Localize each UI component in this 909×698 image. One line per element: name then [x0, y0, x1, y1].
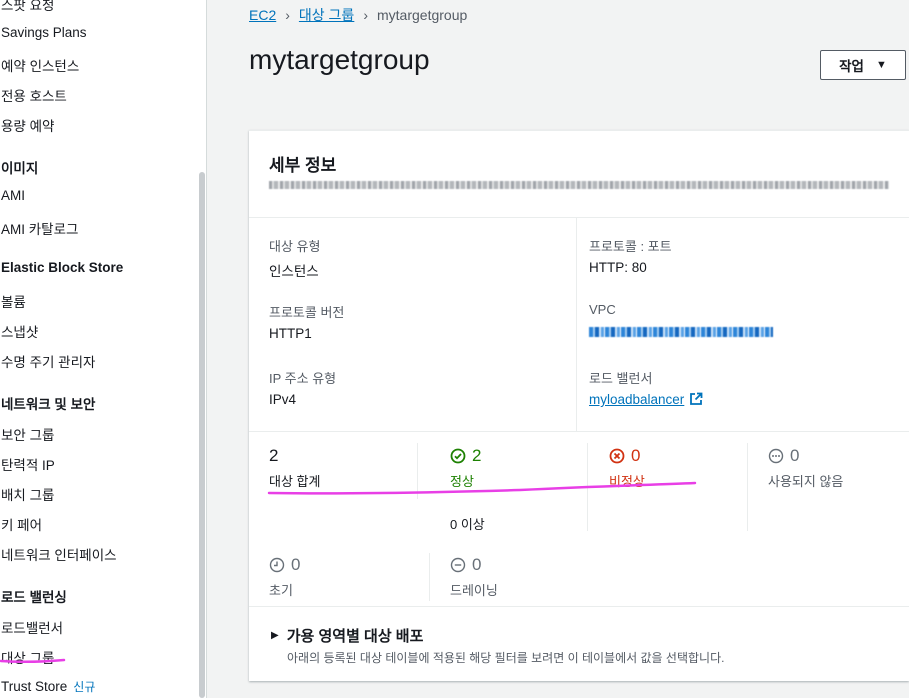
sidebar-item-key-pairs[interactable]: 키 페어 — [1, 514, 42, 534]
panel-header: 세부 정보 — [249, 131, 909, 218]
redacted-description — [269, 181, 889, 189]
column-divider — [576, 217, 577, 431]
new-badge: 신규 — [73, 680, 96, 694]
sidebar-item-ami-catalog[interactable]: AMI 카탈로그 — [1, 218, 78, 238]
sidebar-section-network-security: 네트워크 및 보안 — [1, 397, 96, 412]
initial-label: 초기 — [269, 583, 293, 598]
actions-button[interactable]: 작업 ▼ — [820, 50, 906, 80]
sidebar-item-savings-plans[interactable]: Savings Plans — [1, 25, 87, 40]
healthy-sub-value: 0 이상 — [450, 517, 485, 532]
breadcrumb: EC2 › 대상 그룹 › mytargetgroup — [249, 5, 467, 25]
healthy-count-value: 2 — [472, 446, 482, 465]
error-circle-icon — [609, 448, 625, 464]
unused-count[interactable]: 0 — [768, 446, 799, 466]
az-distribution-title: 가용 영역별 대상 배포 — [286, 628, 424, 645]
dots-circle-icon — [768, 448, 784, 464]
breadcrumb-ec2-link[interactable]: EC2 — [249, 7, 276, 23]
unhealthy-count[interactable]: 0 — [609, 446, 640, 466]
breadcrumb-current: mytargetgroup — [377, 7, 468, 23]
sidebar-highlight-underline — [0, 658, 66, 664]
sidebar-item-volumes[interactable]: 볼륨 — [1, 291, 26, 311]
ip-type-label: IP 주소 유형 — [269, 371, 337, 386]
stat-divider — [747, 443, 748, 531]
vpc-label: VPC — [589, 302, 616, 317]
unused-count-value: 0 — [790, 446, 800, 465]
sidebar-section-images: 이미지 — [1, 161, 39, 176]
minus-circle-icon — [450, 557, 466, 573]
initial-count-value: 0 — [291, 555, 301, 574]
sidebar-item-lifecycle-manager[interactable]: 수명 주기 관리자 — [1, 351, 95, 371]
sidebar-section-load-balancing: 로드 밸런싱 — [1, 590, 67, 605]
stat-divider — [587, 443, 588, 531]
caret-right-icon: ▶ — [271, 630, 279, 641]
page-title: mytargetgroup — [249, 44, 430, 75]
sidebar-item-ami[interactable]: AMI — [1, 188, 25, 203]
az-section-divider — [249, 606, 909, 607]
external-link-icon[interactable] — [689, 392, 703, 406]
stats-divider — [249, 431, 909, 432]
total-targets-count-value: 2 — [269, 446, 279, 465]
target-type-label: 대상 유형 — [269, 239, 321, 254]
chevron-right-icon: › — [285, 7, 290, 23]
panel-title: 세부 정보 — [269, 156, 337, 175]
sidebar-section-ebs: Elastic Block Store — [1, 260, 124, 275]
sidebar-item-snapshots[interactable]: 스냅샷 — [1, 321, 38, 341]
healthy-count[interactable]: 2 — [450, 446, 481, 466]
load-balancer-value: myloadbalancer — [589, 392, 703, 407]
load-balancer-link[interactable]: myloadbalancer — [589, 392, 684, 407]
breadcrumb-target-groups-link[interactable]: 대상 그룹 — [299, 7, 354, 23]
protocol-version-label: 프로토콜 버전 — [269, 305, 345, 320]
stat-divider — [429, 553, 430, 601]
sidebar-nav: 스팟 요청 Savings Plans 예약 인스턴스 전용 호스트 용량 예약… — [0, 0, 207, 698]
clock-icon — [269, 557, 285, 573]
az-distribution-description: 아래의 등록된 대상 테이블에 적용된 해당 필터를 보려면 이 테이블에서 값… — [287, 651, 725, 665]
caret-down-icon: ▼ — [875, 59, 887, 71]
unhealthy-label: 비정상 — [609, 474, 645, 489]
protocol-port-value: HTTP: 80 — [589, 260, 647, 275]
sidebar-item-elastic-ips[interactable]: 탄력적 IP — [1, 454, 55, 474]
sidebar-item-placement-groups[interactable]: 배치 그룹 — [1, 484, 54, 504]
draining-count-value: 0 — [472, 555, 482, 574]
sidebar-item-security-groups[interactable]: 보안 그룹 — [1, 424, 54, 444]
unused-label: 사용되지 않음 — [768, 474, 844, 489]
protocol-version-value: HTTP1 — [269, 326, 312, 341]
sidebar-item-capacity-reservations[interactable]: 용량 예약 — [1, 115, 54, 135]
stat-divider — [417, 443, 418, 499]
total-targets-count[interactable]: 2 — [269, 446, 278, 466]
healthy-label: 정상 — [450, 474, 474, 489]
sidebar-item-load-balancers[interactable]: 로드밸런서 — [1, 617, 63, 637]
draining-label: 드레이닝 — [450, 583, 498, 598]
sidebar-item-dedicated-hosts[interactable]: 전용 호스트 — [1, 85, 67, 105]
sidebar-item-trust-store[interactable]: Trust Store 신규 — [1, 678, 95, 695]
initial-count[interactable]: 0 — [269, 555, 300, 575]
az-distribution-toggle[interactable]: ▶ 가용 영역별 대상 배포 — [271, 625, 423, 646]
sidebar-item-reserved-instances[interactable]: 예약 인스턴스 — [1, 55, 79, 75]
total-targets-label: 대상 합계 — [269, 474, 321, 489]
chevron-right-icon: › — [363, 7, 368, 23]
actions-button-label: 작업 — [839, 59, 864, 74]
sidebar-item-network-interfaces[interactable]: 네트워크 인터페이스 — [1, 544, 117, 564]
unhealthy-count-value: 0 — [631, 446, 641, 465]
load-balancer-label: 로드 밸런서 — [589, 371, 653, 386]
draining-count[interactable]: 0 — [450, 555, 481, 575]
sidebar-scrollbar[interactable] — [199, 172, 205, 698]
check-circle-icon — [450, 448, 466, 464]
redacted-vpc-id[interactable] — [589, 327, 773, 337]
ip-type-value: IPv4 — [269, 392, 297, 407]
protocol-port-label: 프로토콜 : 포트 — [589, 239, 672, 254]
sidebar-item-label: Trust Store — [1, 679, 68, 694]
sidebar-item-spot-requests[interactable]: 스팟 요청 — [1, 0, 54, 14]
details-panel: 세부 정보 대상 유형 인스턴스 프로토콜 버전 HTTP1 IP 주소 유형 … — [249, 130, 909, 681]
target-type-value: 인스턴스 — [269, 264, 319, 279]
